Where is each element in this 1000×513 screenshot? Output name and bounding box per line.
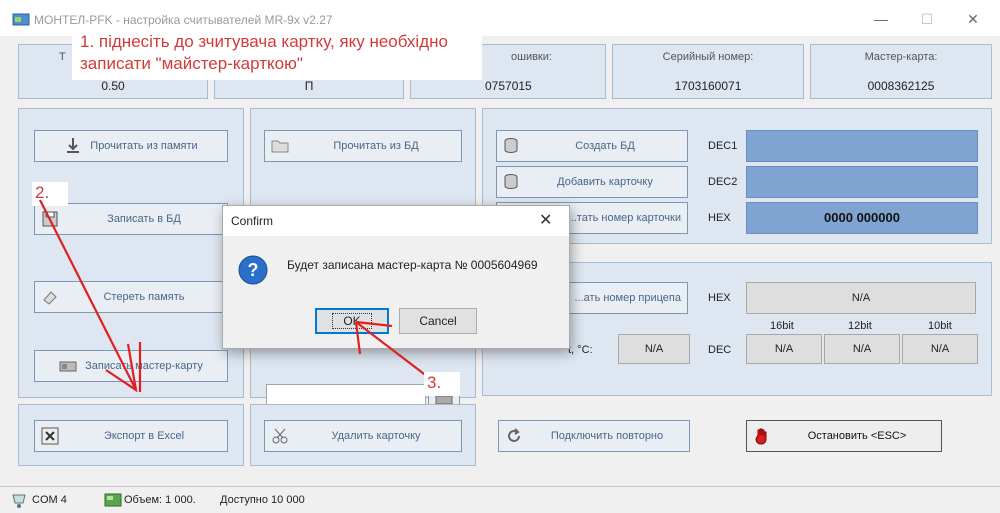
export-excel-button[interactable]: Экспорт в Excel [34, 420, 228, 452]
read-db-label: Прочитать из БД [333, 140, 419, 152]
delete-card-label: Удалить карточку [331, 430, 421, 442]
read-memory-label: Прочитать из памяти [90, 140, 198, 152]
create-db-button[interactable]: Создать БД [496, 130, 688, 162]
app-icon [12, 13, 30, 26]
status-volume: Объем: 1 000. [124, 494, 196, 506]
dec2-label: DEC2 [708, 176, 738, 188]
stop-button[interactable]: Остановить <ESC> [746, 420, 942, 452]
delete-card-button[interactable]: Удалить карточку [264, 420, 462, 452]
info-type-value: 0.50 [101, 79, 125, 93]
step2-callout: 2. [32, 182, 68, 206]
dec2-field [746, 166, 978, 198]
read-card-number-label: ...тать номер карточки [567, 212, 681, 224]
excel-icon [41, 427, 59, 445]
dec-label: DEC [708, 344, 732, 356]
dialog-message: Будет записана мастер-карта № 0005604969 [287, 258, 538, 272]
ok-button[interactable]: OK [315, 308, 389, 334]
add-card-button[interactable]: Добавить карточку [496, 166, 688, 198]
info-serial-value: 1703160071 [674, 79, 742, 93]
trailer-hex-label: HEX [708, 292, 731, 304]
stop-hand-icon [755, 428, 767, 445]
read-trailer-label: ...ать номер прицепа [574, 292, 681, 304]
eraser-icon [43, 291, 57, 305]
step1-text-line1: 1. піднесіть до зчитувача картку, яку не… [80, 32, 448, 51]
hex-label: HEX [708, 212, 731, 224]
window-title: МОНТЕЛ-РFK - настройка считывателей MR-9… [34, 13, 333, 27]
close-button[interactable]: ✕ [958, 8, 988, 30]
question-icon: ? [238, 255, 268, 285]
cancel-button[interactable]: Cancel [399, 308, 477, 334]
write-master-card-label: Записать мастер-карту [85, 360, 203, 372]
col-16bit-label: 16bit [770, 320, 794, 332]
info-second-value: П [304, 79, 314, 93]
col-10bit-label: 10bit [928, 320, 952, 332]
read-memory-button[interactable]: Прочитать из памяти [34, 130, 228, 162]
minimize-button[interactable]: — [866, 8, 896, 30]
export-excel-label: Экспорт в Excel [103, 430, 185, 442]
step3-callout: 3. [424, 372, 460, 396]
memory-icon [104, 493, 122, 507]
scissors-icon [272, 428, 288, 444]
download-arrow-icon [67, 138, 80, 153]
status-available: Доступно 10 000 [220, 494, 305, 506]
reconnect-button[interactable]: Подключить повторно [498, 420, 690, 452]
hex-field: 0000 000000 [746, 202, 978, 234]
step1-callout: 1. піднесіть до зчитувача картку, яку не… [72, 30, 482, 80]
step1-text-line2: записати "майстер-карткою" [80, 54, 303, 73]
maximize-button[interactable]: ☐ [912, 8, 942, 30]
status-bar: COM 4 Объем: 1 000. Доступно 10 000 [0, 486, 1000, 513]
status-port: COM 4 [32, 494, 67, 506]
temp-field: N/A [618, 334, 690, 364]
trailer-hex-field: N/A [746, 282, 976, 314]
reconnect-label: Подключить повторно [550, 430, 664, 442]
erase-memory-label: Стереть память [103, 291, 185, 303]
erase-memory-button[interactable]: Стереть память [34, 281, 228, 313]
info-serial-box: Серийный номер: 1703160071 [612, 44, 804, 99]
step3-text: 3. [427, 373, 442, 392]
confirm-dialog: Confirm ✕ ? Будет записана мастер-карта … [222, 205, 570, 349]
info-master-label: Мастер-карта: [864, 51, 938, 63]
col-12bit-label: 12bit [848, 320, 872, 332]
dec1-field [746, 130, 978, 162]
dialog-close-icon[interactable]: ✕ [539, 210, 552, 230]
stop-label: Остановить <ESC> [807, 430, 907, 442]
info-master-box: Мастер-карта: 0008362125 [810, 44, 992, 99]
add-card-label: Добавить карточку [557, 176, 653, 188]
dec-16bit-field: N/A [746, 334, 822, 364]
svg-text:?: ? [248, 260, 259, 280]
floppy-disk-icon [42, 211, 58, 227]
refresh-icon [508, 428, 520, 442]
write-master-card-button[interactable]: Записать мастер-карту [34, 350, 228, 382]
write-db-label: Записать в БД [107, 213, 181, 225]
dec-10bit-field: N/A [902, 334, 978, 364]
read-db-button[interactable]: Прочитать из БД [264, 130, 462, 162]
dialog-title: Confirm [231, 214, 274, 228]
info-master-value: 0008362125 [867, 79, 935, 93]
temp-label: t, °C: [568, 344, 593, 356]
serial-port-icon [12, 494, 26, 508]
dec-12bit-field: N/A [824, 334, 900, 364]
step2-text: 2. [35, 183, 50, 202]
folder-icon [271, 140, 289, 153]
info-firmware-value: 0757015 [485, 79, 532, 93]
card-reader-icon [59, 361, 77, 372]
database-add-icon [504, 174, 518, 190]
info-firmware-label: ошивки: [511, 51, 552, 63]
database-pen-icon [504, 138, 518, 154]
create-db-label: Создать БД [575, 140, 635, 152]
dec1-label: DEC1 [708, 140, 738, 152]
ok-label: OK [332, 313, 372, 329]
dialog-title-bar: Confirm ✕ [223, 206, 569, 236]
cancel-label: Cancel [419, 314, 457, 328]
info-serial-label: Серийный номер: [662, 51, 754, 63]
write-db-button[interactable]: Записать в БД [34, 203, 228, 235]
